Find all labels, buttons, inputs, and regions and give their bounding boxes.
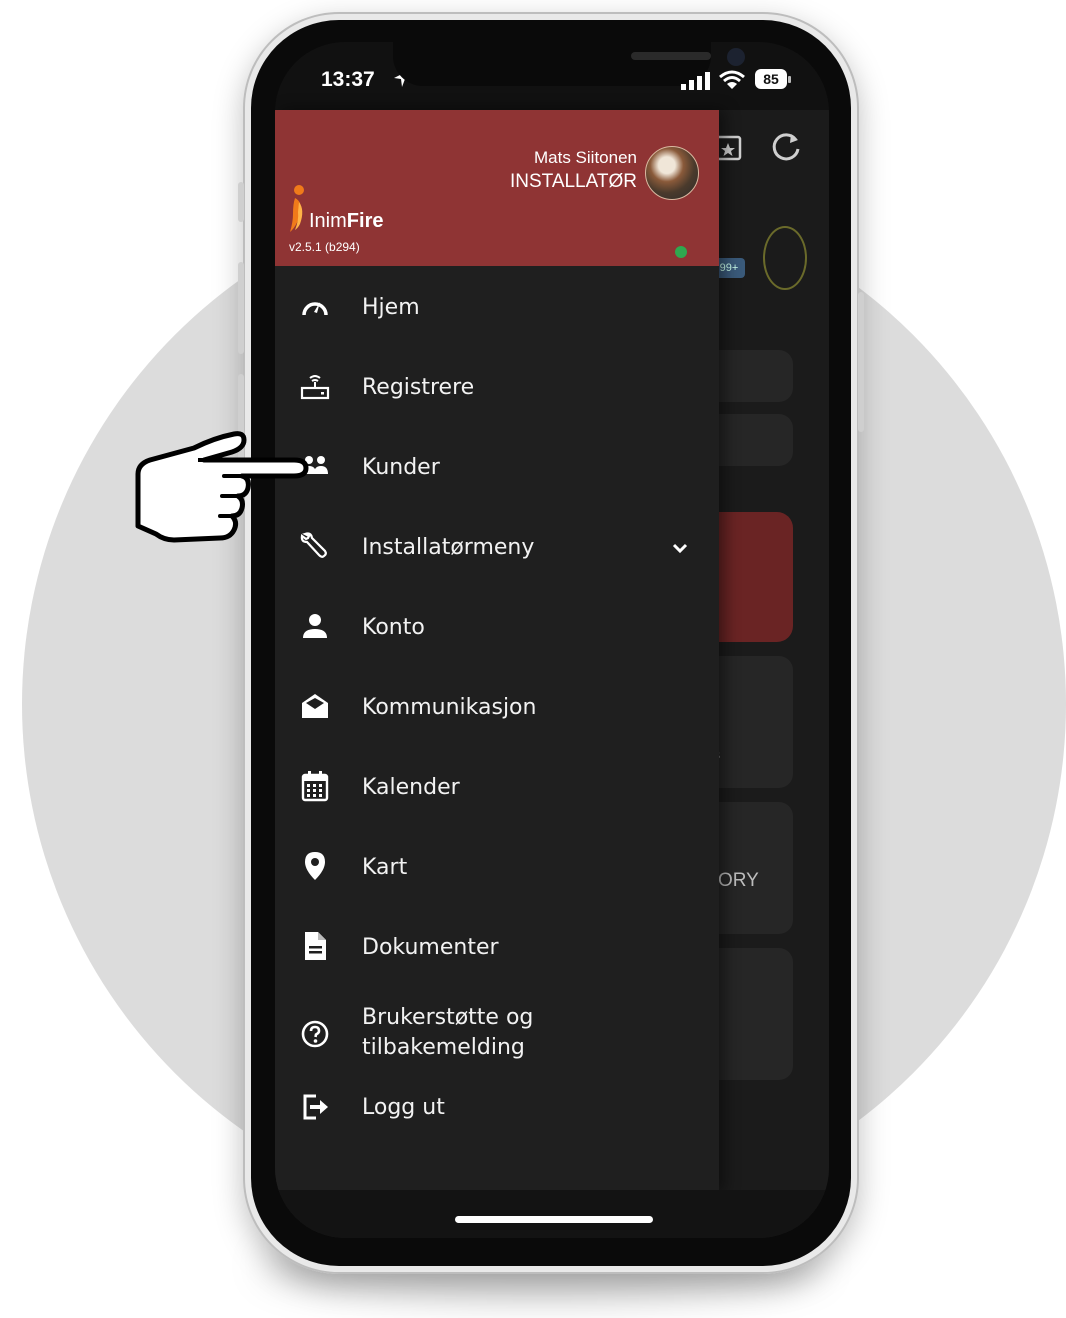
menu-item-hjem[interactable]: Hjem [275,272,719,342]
status-time: 13:37 [321,68,375,91]
status-ring [763,226,807,290]
menu-label-dokumenter: Dokumenter [362,935,499,960]
home-indicator[interactable] [455,1216,653,1223]
avatar[interactable] [645,146,699,200]
drawer-header: Mats Siitonen INSTALLATØR InimFire v2.5.… [275,110,719,266]
menu-label-installatormeny: Installatørmeny [362,535,535,560]
battery-indicator: 85 [755,69,791,89]
menu-label-brukerstotte-line2: tilbakemelding [362,1035,525,1060]
speaker-grille [631,52,711,60]
navigation-drawer: Mats Siitonen INSTALLATØR InimFire v2.5.… [275,110,719,1192]
phone-screen: 13:37 85 99+ ORY Mats Siitonen INSTALLAT… [275,42,829,1238]
menu-item-kunder[interactable]: Kunder [275,432,719,502]
menu-item-konto[interactable]: Konto [275,592,719,662]
logout-icon [299,1090,331,1122]
status-bar: 13:37 85 [275,42,829,110]
chevron-down-icon[interactable] [669,537,691,559]
front-camera [727,48,745,66]
inimfire-logo-icon [290,185,304,232]
menu-item-registrere[interactable]: Registrere [275,352,719,422]
menu-item-kalender[interactable]: Kalender [275,752,719,822]
signal-strength-icon [681,72,710,90]
menu-label-kommunikasjon: Kommunikasjon [362,695,537,720]
menu-label-hjem: Hjem [362,295,420,320]
menu-label-kalender: Kalender [362,775,460,800]
notch [393,42,745,86]
refresh-icon[interactable] [769,130,803,164]
online-status-dot [675,246,687,258]
user-role: INSTALLATØR [509,171,637,192]
menu-item-kart[interactable]: Kart [275,832,719,902]
menu-item-logg-ut[interactable]: Logg ut [275,1072,719,1142]
person-icon [299,610,331,642]
menu-label-konto: Konto [362,615,425,640]
power-button [858,292,864,432]
wifi-icon [719,70,745,89]
help-circle-icon [299,1018,331,1050]
map-pin-icon [299,850,331,882]
document-icon [299,930,331,962]
menu-label-logg-ut: Logg ut [362,1095,445,1120]
menu-label-brukerstotte-line1: Brukerstøtte og [362,1005,534,1030]
menu-item-kommunikasjon[interactable]: Kommunikasjon [275,672,719,742]
menu-label-registrere: Registrere [362,375,475,400]
app-version: v2.5.1 (b294) [289,240,360,254]
menu-label-kart: Kart [362,855,408,880]
pointing-hand-icon [135,431,309,543]
router-icon [299,370,331,402]
bottom-safe-area [275,1190,829,1238]
menu-item-installatormeny[interactable]: Installatørmeny [275,512,719,582]
background-text: ORY [718,870,759,891]
mute-switch [238,182,244,222]
menu-label-kunder: Kunder [362,455,440,480]
menu-item-dokumenter[interactable]: Dokumenter [275,912,719,982]
brand-name: InimFire [309,210,384,232]
speedometer-icon [299,292,331,324]
user-name: Mats Siitonen [534,148,637,167]
mail-open-icon [299,690,331,722]
calendar-icon [299,770,331,802]
menu-item-brukerstotte[interactable]: Brukerstøtte og tilbakemelding [275,992,719,1076]
volume-up-button [238,262,244,354]
